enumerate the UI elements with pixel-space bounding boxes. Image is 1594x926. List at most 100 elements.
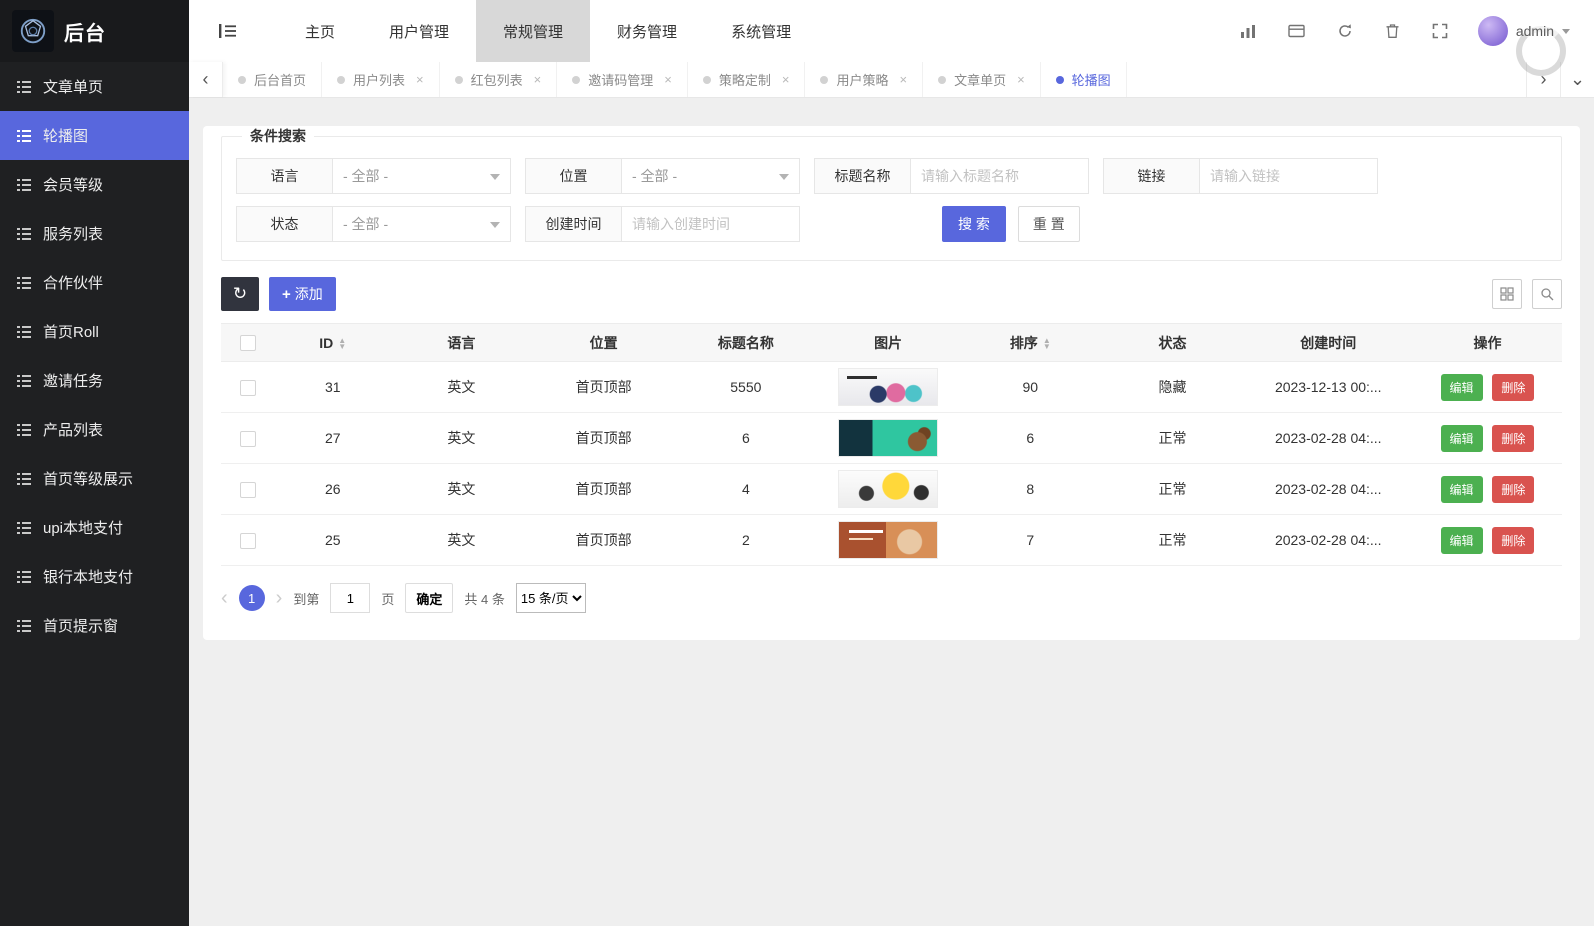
close-icon[interactable]: × bbox=[416, 72, 424, 87]
nav-general-management[interactable]: 常规管理 bbox=[476, 0, 590, 62]
sidebar-item-label: 首页提示窗 bbox=[43, 615, 118, 636]
position-select-value: - 全部 - bbox=[632, 166, 677, 186]
chevron-right-icon: › bbox=[1541, 69, 1547, 90]
edit-button[interactable]: 编辑 bbox=[1441, 425, 1483, 452]
reset-button[interactable]: 重 置 bbox=[1018, 206, 1080, 242]
refresh-icon[interactable] bbox=[1337, 23, 1353, 39]
cell-position: 首页顶部 bbox=[533, 413, 675, 464]
sidebar-item-label: 首页等级展示 bbox=[43, 468, 133, 489]
sidebar-item-bank-payment[interactable]: 银行本地支付 bbox=[0, 552, 189, 601]
nav-finance-management[interactable]: 财务管理 bbox=[590, 0, 704, 62]
sidebar-item-upi-payment[interactable]: upi本地支付 bbox=[0, 503, 189, 552]
tab-article-page[interactable]: 文章单页 × bbox=[923, 62, 1041, 97]
chevron-right-icon: › bbox=[276, 587, 283, 609]
app-title: 后台 bbox=[64, 17, 106, 46]
delete-button[interactable]: 删除 bbox=[1492, 527, 1534, 554]
sidebar-item-article-page[interactable]: 文章单页 bbox=[0, 62, 189, 111]
confirm-page-button[interactable]: 确定 bbox=[405, 583, 453, 613]
sidebar-item-service-list[interactable]: 服务列表 bbox=[0, 209, 189, 258]
tab-strategy-custom[interactable]: 策略定制 × bbox=[688, 62, 806, 97]
link-label: 链接 bbox=[1103, 158, 1200, 194]
sidebar-item-carousel[interactable]: 轮播图 bbox=[0, 111, 189, 160]
edit-button[interactable]: 编辑 bbox=[1441, 527, 1483, 554]
column-filter-button[interactable] bbox=[1492, 279, 1522, 309]
status-select[interactable]: - 全部 - bbox=[333, 206, 511, 242]
close-icon[interactable]: × bbox=[534, 72, 542, 87]
sidebar-item-partners[interactable]: 合作伙伴 bbox=[0, 258, 189, 307]
row-checkbox[interactable] bbox=[240, 533, 256, 549]
tab-carousel[interactable]: 轮播图 bbox=[1041, 62, 1127, 97]
header-position: 位置 bbox=[533, 324, 675, 362]
sidebar: 后台 文章单页 轮播图 会员等级 服务列表 合作伙伴 bbox=[0, 0, 189, 926]
list-icon bbox=[17, 375, 31, 387]
tab-user-strategy[interactable]: 用户策略 × bbox=[805, 62, 923, 97]
header-status: 状态 bbox=[1101, 324, 1243, 362]
created-input[interactable] bbox=[622, 206, 800, 242]
row-checkbox[interactable] bbox=[240, 431, 256, 447]
nav-user-management[interactable]: 用户管理 bbox=[362, 0, 476, 62]
sidebar-item-product-list[interactable]: 产品列表 bbox=[0, 405, 189, 454]
delete-button[interactable]: 删除 bbox=[1492, 425, 1534, 452]
tab-user-list[interactable]: 用户列表 × bbox=[322, 62, 440, 97]
add-button[interactable]: + 添加 bbox=[269, 277, 336, 311]
search-button[interactable]: 搜 索 bbox=[942, 206, 1006, 242]
user-menu[interactable]: admin bbox=[1478, 16, 1570, 46]
tab-invite-code[interactable]: 邀请码管理 × bbox=[557, 62, 688, 97]
sidebar-item-invite-task[interactable]: 邀请任务 bbox=[0, 356, 189, 405]
trash-icon[interactable] bbox=[1385, 23, 1400, 39]
select-all-checkbox[interactable] bbox=[240, 335, 256, 351]
table-row: 25 英文 首页顶部 2 7 正常 2023-02-28 04:... 编辑 删… bbox=[221, 515, 1562, 566]
nav-system-management[interactable]: 系统管理 bbox=[704, 0, 818, 62]
nav-home[interactable]: 主页 bbox=[278, 0, 362, 62]
close-icon[interactable]: × bbox=[782, 72, 790, 87]
sidebar-item-home-level-display[interactable]: 首页等级展示 bbox=[0, 454, 189, 503]
goto-page-input[interactable] bbox=[330, 583, 370, 613]
menu-fold-icon[interactable] bbox=[219, 23, 236, 39]
tab-dashboard[interactable]: 后台首页 bbox=[223, 62, 322, 97]
list-icon bbox=[17, 571, 31, 583]
fullscreen-icon[interactable] bbox=[1432, 23, 1448, 39]
title-input[interactable] bbox=[911, 158, 1089, 194]
sort-desc-icon[interactable]: ▼ bbox=[1043, 344, 1051, 350]
tabs-scroll-left-button[interactable]: ‹ bbox=[189, 62, 223, 97]
tab-redpacket-list[interactable]: 红包列表 × bbox=[440, 62, 558, 97]
header-actions: 操作 bbox=[1413, 324, 1562, 362]
bar-chart-icon[interactable] bbox=[1240, 24, 1256, 39]
prev-page-button[interactable]: ‹ bbox=[221, 588, 228, 608]
per-page-select[interactable]: 15 条/页 bbox=[516, 583, 586, 613]
card-icon[interactable] bbox=[1288, 24, 1305, 38]
banner-thumbnail bbox=[838, 368, 938, 406]
tabs-dropdown-button[interactable]: ⌄ bbox=[1560, 62, 1594, 97]
edit-button[interactable]: 编辑 bbox=[1441, 476, 1483, 503]
row-checkbox[interactable] bbox=[240, 380, 256, 396]
sidebar-item-member-level[interactable]: 会员等级 bbox=[0, 160, 189, 209]
banner-thumbnail bbox=[838, 470, 938, 508]
language-select[interactable]: - 全部 - bbox=[333, 158, 511, 194]
chevron-left-icon: ‹ bbox=[221, 587, 228, 609]
search-toggle-button[interactable] bbox=[1532, 279, 1562, 309]
delete-button[interactable]: 删除 bbox=[1492, 476, 1534, 503]
edit-button[interactable]: 编辑 bbox=[1441, 374, 1483, 401]
tabs-scroll-right-button[interactable]: › bbox=[1526, 62, 1560, 97]
link-filter: 链接 bbox=[1103, 158, 1378, 194]
position-select[interactable]: - 全部 - bbox=[622, 158, 800, 194]
sidebar-item-home-roll[interactable]: 首页Roll bbox=[0, 307, 189, 356]
search-row-1: 语言 - 全部 - 位置 - 全部 - bbox=[236, 146, 1547, 194]
delete-button[interactable]: 删除 bbox=[1492, 374, 1534, 401]
sidebar-item-label: upi本地支付 bbox=[43, 517, 123, 538]
logo-icon bbox=[12, 10, 54, 52]
tab-label: 后台首页 bbox=[254, 70, 306, 89]
sort-desc-icon[interactable]: ▼ bbox=[338, 344, 346, 350]
close-icon[interactable]: × bbox=[899, 72, 907, 87]
link-input[interactable] bbox=[1200, 158, 1378, 194]
close-icon[interactable]: × bbox=[1017, 72, 1025, 87]
sidebar-item-home-popup[interactable]: 首页提示窗 bbox=[0, 601, 189, 650]
position-label: 位置 bbox=[525, 158, 622, 194]
cell-language: 英文 bbox=[390, 515, 532, 566]
current-page-button[interactable]: 1 bbox=[239, 585, 265, 611]
row-checkbox[interactable] bbox=[240, 482, 256, 498]
cell-created: 2023-02-28 04:... bbox=[1244, 413, 1413, 464]
next-page-button[interactable]: › bbox=[276, 588, 283, 608]
close-icon[interactable]: × bbox=[664, 72, 672, 87]
refresh-button[interactable]: ↻ bbox=[221, 277, 259, 311]
